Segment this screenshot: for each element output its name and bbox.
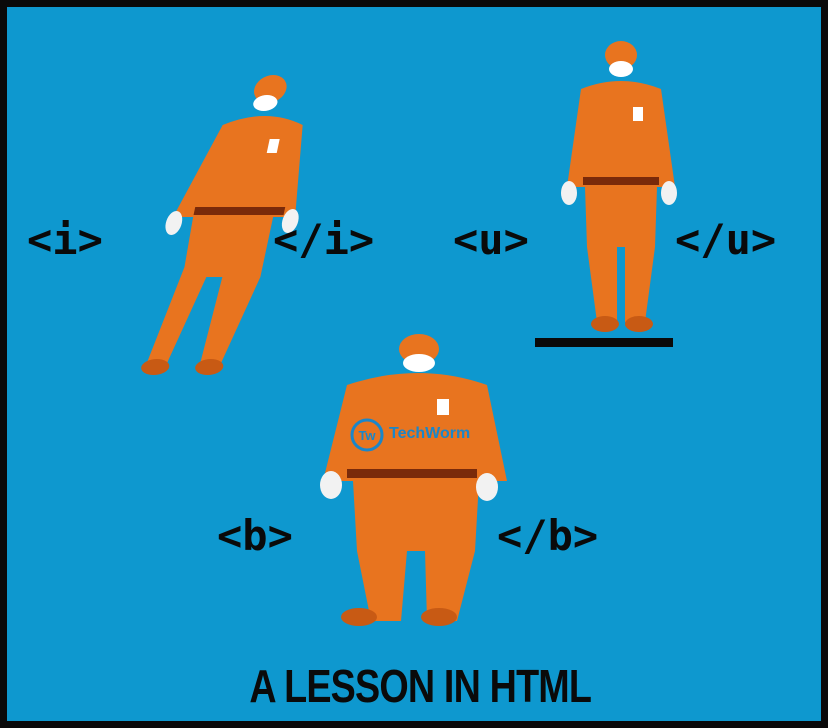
techworm-logo-icon: Tw — [350, 418, 384, 452]
svg-text:Tw: Tw — [358, 428, 376, 443]
italic-close-tag: </i> — [273, 215, 375, 264]
meme-frame: Tw TechWorm <i> </i> <u> </u> <b> </b> A… — [0, 0, 828, 728]
underline-close-tag: </u> — [675, 215, 777, 264]
underline-suit-figure — [561, 41, 677, 332]
techworm-brand-text: TechWorm — [389, 425, 471, 442]
underline-open-tag: <u> — [453, 215, 529, 264]
techworm-watermark: Tw TechWorm — [349, 415, 489, 455]
bold-suit-figure — [320, 334, 507, 626]
bold-close-tag: </b> — [497, 511, 599, 560]
bold-open-tag: <b> — [217, 511, 293, 560]
italic-open-tag: <i> — [27, 215, 103, 264]
underline-bar — [535, 338, 673, 347]
meme-caption: A LESSON IN HTML — [249, 660, 592, 712]
